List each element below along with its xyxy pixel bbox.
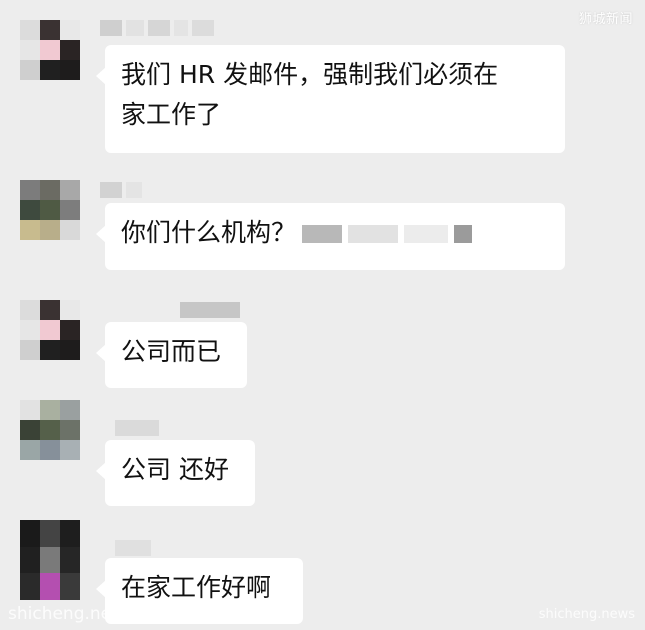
redacted-text <box>454 225 473 243</box>
blurred-avatar[interactable] <box>20 400 80 460</box>
blurred-nickname <box>100 182 142 198</box>
blurred-nickname <box>180 302 240 318</box>
message-text: 你们什么机构？ <box>121 218 297 247</box>
message-bubble[interactable]: 在家工作好啊 <box>96 558 303 624</box>
watermark-bottom-left: shicheng.ne <box>8 604 112 624</box>
message-bubble[interactable]: 公司而已 <box>96 322 247 388</box>
blurred-nickname <box>115 540 151 556</box>
blurred-avatar[interactable] <box>20 300 80 360</box>
redacted-text <box>302 225 343 243</box>
blurred-nickname <box>100 20 214 36</box>
blurred-avatar[interactable] <box>20 20 80 80</box>
message-bubble[interactable]: 公司 还好 <box>96 440 255 506</box>
blurred-avatar[interactable] <box>20 180 80 240</box>
message-text: 公司而已 <box>121 337 222 366</box>
message-text: 公司 还好 <box>121 455 229 484</box>
message-bubble[interactable]: 我们 HR 发邮件，强制我们必须在 家工作了 <box>96 45 565 153</box>
redacted-text <box>348 225 399 243</box>
watermark-top-right: 狮城新闻 <box>578 12 633 27</box>
blurred-nickname <box>115 420 159 436</box>
message-bubble[interactable]: 你们什么机构？ <box>96 203 565 270</box>
message-text: 在家工作好啊 <box>121 573 272 602</box>
redacted-text <box>404 225 449 243</box>
message-text: 我们 HR 发邮件，强制我们必须在 家工作了 <box>121 60 499 129</box>
watermark-bottom-right: shicheng.news <box>538 607 635 622</box>
blurred-avatar[interactable] <box>20 520 80 600</box>
